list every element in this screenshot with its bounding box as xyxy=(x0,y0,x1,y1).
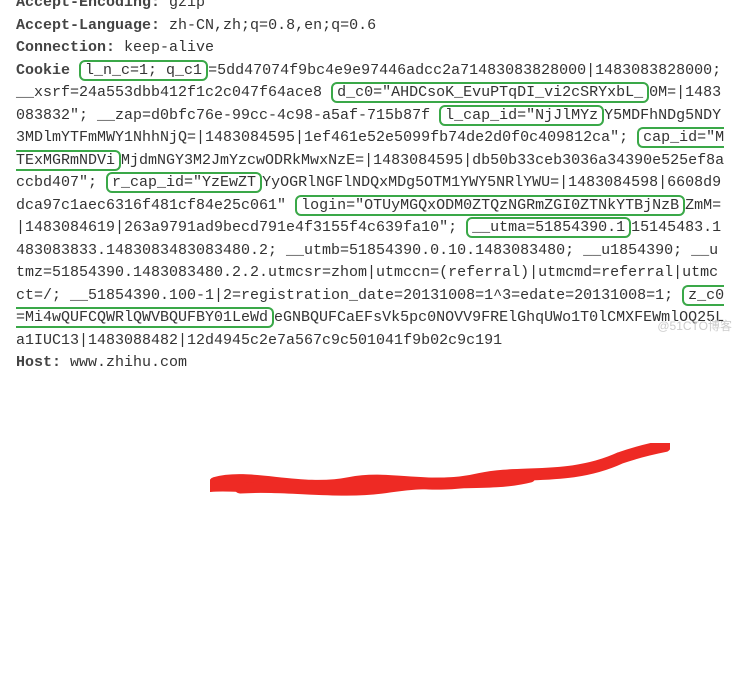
accept-encoding-header: Accept-Encoding: gzip xyxy=(16,0,726,15)
highlight-rcapid: r_cap_id="YzEwZT xyxy=(106,172,262,193)
connection-header: Connection: keep-alive xyxy=(16,37,726,60)
cookie-header: Cookie l_n_c=1; q_c1=5dd47074f9bc4e9e974… xyxy=(16,60,726,353)
host-header: Host: www.zhihu.com xyxy=(16,352,726,366)
watermark: @51CTO博客 xyxy=(657,317,732,335)
header-value: www.zhihu.com xyxy=(70,354,187,366)
header-label: Accept-Encoding: xyxy=(16,0,160,11)
accept-language-header: Accept-Language: zh-CN,zh;q=0.8,en;q=0.6 xyxy=(16,15,726,38)
highlight-utma: __utma=51854390.1 xyxy=(466,217,631,238)
header-value: gzip xyxy=(169,0,205,11)
header-label: Cookie xyxy=(16,62,70,79)
highlight-login: login="OTUyMGQxODM0ZTQzNGRmZGI0ZTNkYTBjN… xyxy=(295,195,685,216)
header-value: keep-alive xyxy=(124,39,214,56)
header-label: Connection: xyxy=(16,39,115,56)
highlight-lcapid: l_cap_id="NjJlMYz xyxy=(439,105,604,126)
highlight-dc0: d_c0="AHDCsoK_EvuPTqDI_vi2cSRYxbL_ xyxy=(331,82,649,103)
header-label: Host: xyxy=(16,354,61,366)
red-scribble-annotation xyxy=(210,443,670,503)
highlight-lnc-qc1: l_n_c=1; q_c1 xyxy=(79,60,208,81)
header-label: Accept-Language: xyxy=(16,17,160,34)
header-value: zh-CN,zh;q=0.8,en;q=0.6 xyxy=(169,17,376,34)
